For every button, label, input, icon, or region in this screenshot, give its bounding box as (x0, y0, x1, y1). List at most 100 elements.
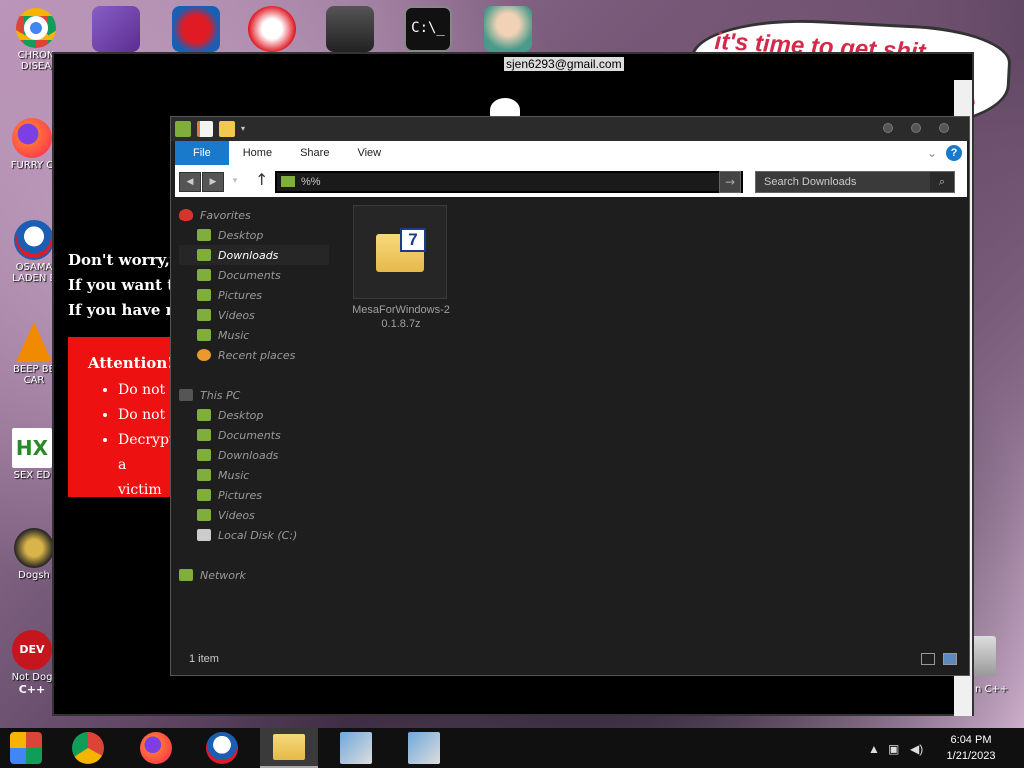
minimize-button[interactable] (883, 123, 893, 133)
address-bar[interactable]: %% ▼ (275, 171, 743, 193)
up-arrow-icon[interactable]: ↑ (255, 170, 268, 189)
nav-pc-documents[interactable]: Documents (179, 425, 329, 445)
dogsh-app-icon (14, 528, 54, 568)
ribbon-expand-icon[interactable]: ⌄ (927, 146, 937, 160)
cmd-icon[interactable]: C:\_ (404, 6, 452, 52)
nav-pc-downloads[interactable]: Downloads (179, 445, 329, 465)
nav-pc-videos[interactable]: Videos (179, 505, 329, 525)
tab-view[interactable]: View (343, 141, 395, 165)
properties-icon[interactable] (197, 121, 213, 137)
recent-locations-icon[interactable]: ▾ (227, 172, 243, 192)
nav-item-label: Local Disk (C:) (218, 528, 298, 542)
folder-icon (281, 176, 295, 187)
taskbar-installer-icon[interactable] (340, 732, 372, 764)
forward-button[interactable]: ▶ (202, 172, 224, 192)
nav-item-label: Documents (218, 428, 281, 442)
nav-item-label: Videos (218, 508, 255, 522)
address-value: %% (301, 176, 321, 188)
file-item-tile[interactable]: 7 (353, 205, 447, 299)
nav-item-label: Music (218, 468, 250, 482)
vlc-cone-icon (16, 322, 52, 362)
file-item-name[interactable]: MesaForWindows-20.1.8.7z (351, 303, 451, 331)
hard-drive-icon (197, 529, 211, 541)
nav-network-label: Network (200, 568, 246, 582)
back-button[interactable]: ◀ (179, 172, 201, 192)
refresh-button[interactable]: → (719, 171, 741, 193)
pictures-icon (197, 489, 211, 501)
attention-bullet: Decryptio (118, 428, 174, 453)
music-icon (197, 329, 211, 341)
search-icon[interactable]: ⌕ (930, 172, 954, 192)
ransom-line-2: If you want to (68, 276, 185, 294)
attention-box: Attention! Do not r Do not t Decryptio a… (68, 337, 174, 497)
maximize-button[interactable] (911, 123, 921, 133)
taskbar-explorer-active[interactable] (260, 728, 318, 768)
firefox-icon (12, 118, 52, 158)
taskbar-firefox-icon[interactable] (140, 732, 172, 764)
pictures-icon (197, 289, 211, 301)
close-button[interactable] (939, 123, 949, 133)
chrome-icon (16, 8, 56, 48)
volume-icon[interactable]: ◀) (910, 742, 923, 756)
nav-thispc-label: This PC (200, 388, 241, 402)
taskbar: ▲ ▣ ◀) 6:04 PM 1/21/2023 (0, 728, 1024, 768)
recent-places-icon (197, 349, 211, 361)
tab-home[interactable]: Home (229, 141, 286, 165)
taskbar-installer-2-icon[interactable] (408, 732, 440, 764)
clock[interactable]: 6:04 PM 1/21/2023 (936, 732, 1006, 764)
tab-file[interactable]: File (175, 141, 229, 165)
videos-icon (197, 309, 211, 321)
videos-icon (197, 509, 211, 521)
nav-item-label: Pictures (218, 488, 263, 502)
network-status-icon[interactable]: ▣ (888, 742, 899, 756)
system-tray: ▲ ▣ ◀) 6:04 PM 1/21/2023 (864, 728, 1024, 768)
nav-pc-desktop[interactable]: Desktop (179, 405, 329, 425)
downloads-icon (197, 249, 211, 261)
ransom-line-3: If you have no (68, 301, 187, 319)
nav-favorites-label: Favorites (200, 208, 251, 222)
network-icon (179, 569, 193, 581)
qat-dropdown-icon[interactable]: ▾ (241, 121, 249, 137)
taskbar-obama-icon[interactable] (206, 732, 238, 764)
search-placeholder: Search Downloads (764, 176, 857, 188)
taskbar-explorer-icon (273, 734, 305, 760)
nav-fav-videos[interactable]: Videos (179, 305, 329, 325)
help-icon[interactable]: ? (946, 145, 962, 161)
nav-fav-documents[interactable]: Documents (179, 265, 329, 285)
taskbar-chrome-icon[interactable] (72, 732, 104, 764)
status-item-count: 1 item (189, 653, 219, 665)
visual-studio-icon[interactable] (92, 6, 140, 52)
nav-item-label: Music (218, 328, 250, 342)
seven-zip-badge-icon: 7 (400, 228, 426, 252)
nav-thispc[interactable]: This PC (179, 385, 329, 405)
nav-fav-downloads[interactable]: Downloads (179, 245, 329, 265)
ransom-title: sjen6293@gmail.com (504, 57, 624, 71)
p-badge-icon[interactable] (248, 6, 296, 52)
nav-favorites[interactable]: Favorites (179, 205, 329, 225)
start-button[interactable] (10, 732, 42, 764)
show-hidden-icons-icon[interactable]: ▲ (868, 742, 880, 756)
nav-fav-pictures[interactable]: Pictures (179, 285, 329, 305)
red-emblem-icon[interactable] (326, 6, 374, 52)
santa-icon[interactable] (484, 6, 532, 52)
ribbon-tabs: File Home Share View ⌄ ? (175, 141, 967, 165)
nav-fav-music[interactable]: Music (179, 325, 329, 345)
nav-fav-desktop[interactable]: Desktop (179, 225, 329, 245)
search-input[interactable]: Search Downloads ⌕ (755, 171, 955, 193)
details-view-icon[interactable] (921, 653, 935, 665)
nav-item-label: Documents (218, 268, 281, 282)
nav-item-label: Videos (218, 308, 255, 322)
nav-network[interactable]: Network (179, 565, 329, 585)
nav-pc-music[interactable]: Music (179, 465, 329, 485)
new-folder-icon[interactable] (219, 121, 235, 137)
file-explorer-window: ▾ File Home Share View ⌄ ? ◀ ▶ ▾ ↑ %% ▼ … (170, 116, 970, 676)
large-icons-view-icon[interactable] (943, 653, 957, 665)
nav-pc-localdisk[interactable]: Local Disk (C:) (179, 525, 329, 545)
desktop-right-label: n C++ (975, 684, 1009, 695)
folder-app-icon (175, 121, 191, 137)
tab-share[interactable]: Share (286, 141, 343, 165)
clock-time: 6:04 PM (950, 734, 992, 746)
nav-pc-pictures[interactable]: Pictures (179, 485, 329, 505)
nav-fav-recent[interactable]: Recent places (179, 345, 329, 365)
number-two-icon[interactable] (172, 6, 220, 52)
